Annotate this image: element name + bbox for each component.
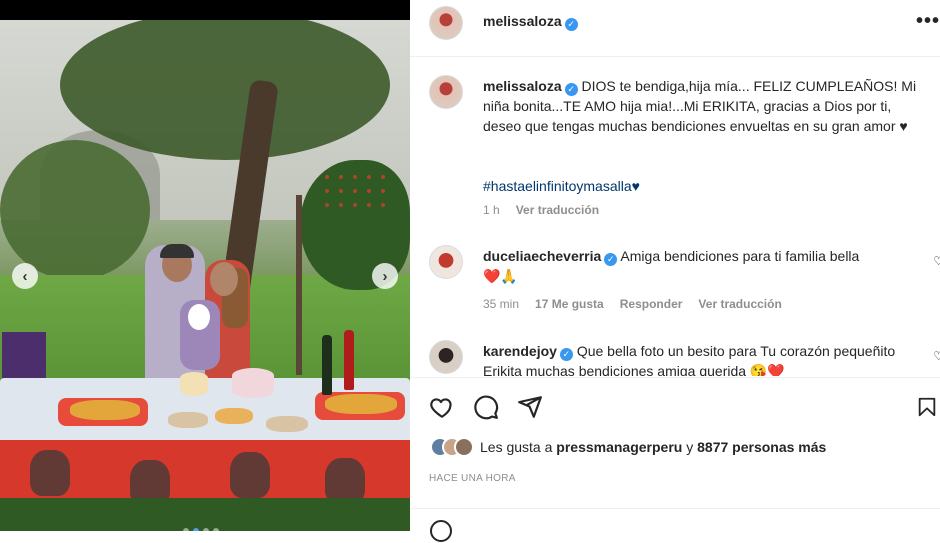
post-sidebar: melissaloza ✓ ••• melissaloza ✓ DIOS te be… xyxy=(410,0,940,542)
heart-outline-icon[interactable] xyxy=(429,394,455,420)
comment-emoji: ❤️🙏 xyxy=(483,268,518,284)
comment-like-icon[interactable]: ♡ xyxy=(933,349,940,363)
verified-badge-icon: ✓ xyxy=(564,83,578,96)
bottle xyxy=(344,330,354,390)
emoji-icon[interactable] xyxy=(429,519,453,543)
carousel-prev-button[interactable]: ‹ xyxy=(12,263,38,289)
caption-time: 1 h xyxy=(483,203,500,217)
comment: karendejoy ✓ Que bella foto un besito par… xyxy=(483,341,923,376)
comment-like-icon[interactable]: ♡ xyxy=(933,254,940,268)
cake xyxy=(180,372,208,396)
bottle xyxy=(322,335,332,395)
caption-username[interactable]: melissaloza xyxy=(483,78,562,94)
likes-count[interactable]: 8877 personas más xyxy=(697,439,826,455)
verified-badge-icon: ✓ xyxy=(604,253,618,266)
post-photo[interactable]: ‹ › xyxy=(0,20,410,531)
liker-username[interactable]: pressmanagerperu xyxy=(556,439,682,455)
comment-likes[interactable]: 17 Me gusta xyxy=(535,297,604,311)
post-timestamp: HACE UNA HORA xyxy=(429,473,516,484)
comment-text: Amiga bendiciones para ti familia bella xyxy=(620,248,860,264)
comment-icon[interactable] xyxy=(473,394,499,420)
translate-button[interactable]: Ver traducción xyxy=(516,203,599,217)
likes-summary: Les gusta a pressmanagerperu y 8877 pers… xyxy=(430,437,826,457)
carousel-next-button[interactable]: › xyxy=(372,263,398,289)
bookmark-icon[interactable] xyxy=(916,394,938,420)
caption-meta: 1 h Ver traducción xyxy=(483,203,599,217)
comment-time: 35 min xyxy=(483,297,520,311)
cake xyxy=(232,368,274,398)
comment-username[interactable]: duceliaecheverria xyxy=(483,248,601,264)
caption-hashtag[interactable]: #hastaelinfinitoymasalla♥ xyxy=(483,176,923,196)
more-options-button[interactable]: ••• xyxy=(916,10,940,33)
caption-avatar[interactable] xyxy=(429,75,463,109)
action-bar xyxy=(410,377,940,433)
post-header: melissaloza ✓ ••• xyxy=(410,0,940,57)
comments-list: melissaloza ✓ DIOS te bendiga,hija mía...… xyxy=(410,58,940,376)
author-username[interactable]: melissaloza xyxy=(483,13,562,29)
paper-plane-icon[interactable] xyxy=(517,394,543,420)
caption: melissaloza ✓ DIOS te bendiga,hija mía...… xyxy=(483,76,923,136)
commenter-avatar[interactable] xyxy=(429,340,463,374)
reply-button[interactable]: Responder xyxy=(620,297,683,311)
verified-badge-icon: ✓ xyxy=(564,18,578,31)
liker-avatar xyxy=(454,437,474,457)
top-black-bar xyxy=(0,0,410,20)
add-comment-bar xyxy=(410,508,940,542)
comment-username[interactable]: karendejoy xyxy=(483,343,557,359)
commenter-avatar[interactable] xyxy=(429,245,463,279)
comment-meta: 35 min 17 Me gusta Responder Ver traducc… xyxy=(483,297,782,311)
blurred-face xyxy=(188,304,210,330)
verified-badge-icon: ✓ xyxy=(559,348,573,361)
translate-button[interactable]: Ver traducción xyxy=(698,297,781,311)
comment: duceliaecheverria ✓ Amiga bendiciones par… xyxy=(483,246,923,286)
cap xyxy=(160,244,194,258)
author-avatar[interactable] xyxy=(429,6,463,40)
